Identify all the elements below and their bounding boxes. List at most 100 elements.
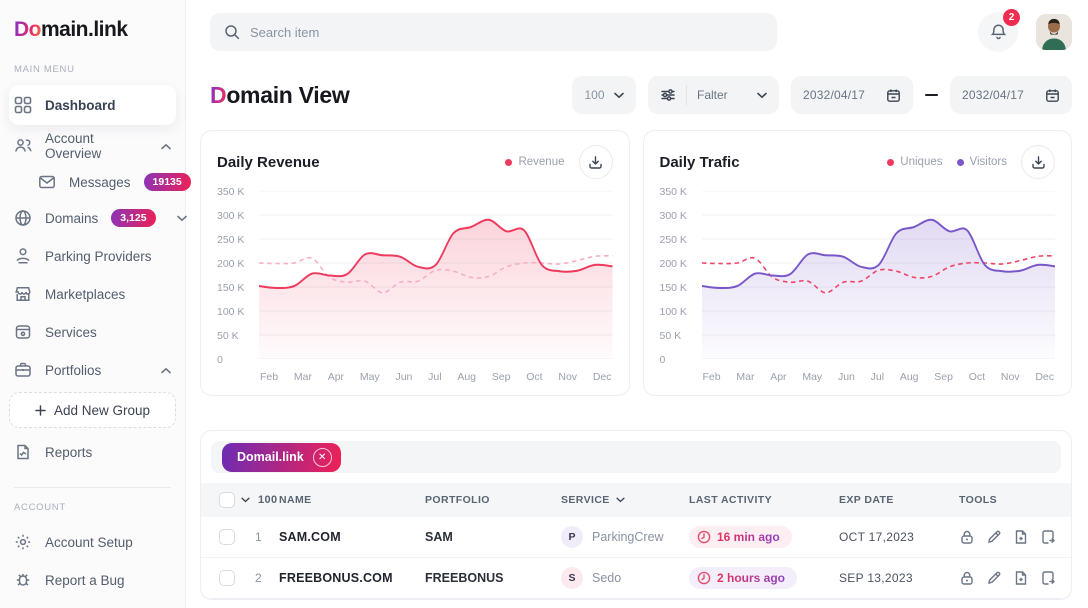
globe-icon [14,209,32,227]
filter-chip[interactable]: Domail.link ✕ [222,443,341,472]
sidebar-item-marketplaces[interactable]: Marketplaces [0,275,185,313]
calendar-icon [886,88,901,103]
file-export-icon[interactable] [1040,529,1056,545]
sidebar-item-reports[interactable]: Reports [0,433,185,471]
legend-item: Revenue [505,156,564,168]
parking-hand-icon [14,247,32,265]
file-add-icon[interactable] [1013,570,1029,586]
sidebar-item-dashboard[interactable]: Dashboard [9,85,176,125]
storefront-icon [14,285,32,303]
daily-revenue-chart-card: Daily Revenue Revenue 350 K300 K250 K200… [200,130,630,396]
service-cell: S Sedo [561,567,689,589]
service-initial-badge: S [561,567,583,589]
select-all-checkbox[interactable] [219,492,235,508]
tools-cell [959,529,1056,545]
column-header-portfolio[interactable]: PORTFOLIO [425,494,561,506]
sidebar-item-label: Account Overview [45,131,148,161]
search-input[interactable] [250,25,763,40]
chevron-down-icon [757,92,767,99]
chart-plot: 350 K300 K250 K200 K150 K100 K50 K0 FebM… [660,191,1056,383]
sidebar-item-account-overview[interactable]: Account Overview [0,127,185,165]
last-activity-pill: 2 hours ago [689,567,797,589]
download-button[interactable] [1021,145,1055,179]
briefcase-icon [14,361,32,379]
lock-icon[interactable] [959,529,975,545]
page-size-value: 100 [584,88,604,102]
user-avatar[interactable] [1036,14,1072,50]
service-cell: P ParkingCrew [561,526,689,548]
table-page-size: 100 [258,494,278,506]
tools-cell [959,570,1056,586]
sidebar-item-label: Marketplaces [45,287,125,302]
filter-dropdown[interactable]: Falter [648,76,779,114]
filter-chip-label: Domail.link [237,450,304,464]
sidebar-item-label: Portfolios [45,363,101,378]
download-button[interactable] [579,145,613,179]
table-row[interactable]: 2 FREEBONUS.COM FREEBONUS S Sedo 2 hours… [201,558,1071,599]
lock-icon[interactable] [959,570,975,586]
page-size-select[interactable]: 100 [572,76,636,114]
chart-title: Daily Revenue [217,154,320,171]
bell-icon [990,23,1007,41]
add-new-group-label: Add New Group [54,403,150,418]
page-header: Domain View 100 Falter 2032/04/17 2032/0… [210,76,1072,114]
row-number: 1 [255,530,262,544]
sidebar-item-label: Dashboard [45,98,116,113]
service-name: ParkingCrew [592,530,664,544]
search-bar[interactable] [210,13,777,51]
sidebar-item-label: Services [45,325,97,340]
chip-close-icon[interactable]: ✕ [313,448,332,467]
service-initial-badge: P [561,526,583,548]
sidebar-item-portfolios[interactable]: Portfolios [0,351,185,389]
clock-icon [697,530,711,544]
column-header-last-activity[interactable]: LAST ACTIVITY [689,494,839,506]
chevron-down-icon [614,92,624,99]
app-logo: Domain.link [0,14,185,62]
notification-count-badge: 2 [1003,9,1020,26]
sidebar-item-account-setup[interactable]: Account Setup [0,523,185,561]
services-box-icon [14,323,32,341]
filter-chip-bar: Domail.link ✕ [211,441,1061,473]
column-header-name[interactable]: NAME [279,494,425,506]
people-icon [14,137,32,155]
bug-icon [14,571,32,589]
column-header-exp-date[interactable]: EXP DATE [839,494,959,506]
edit-pencil-icon[interactable] [986,570,1002,586]
sidebar-item-label: Domains [45,211,98,226]
envelope-icon [38,173,56,191]
messages-count-badge: 19135 [144,173,191,191]
date-from-picker[interactable]: 2032/04/17 [791,76,913,114]
date-to-picker[interactable]: 2032/04/17 [950,76,1072,114]
domain-name: FREEBONUS.COM [279,571,425,585]
sidebar-item-label: Messages [69,175,131,190]
edit-pencil-icon[interactable] [986,529,1002,545]
column-header-service[interactable]: SERVICE [561,494,689,506]
row-checkbox[interactable] [219,570,235,586]
domains-count-badge: 3,125 [111,209,155,227]
chevron-down-icon [177,215,187,222]
service-name: Sedo [592,571,621,585]
date-from-value: 2032/04/17 [803,88,865,102]
sliders-icon [660,87,676,103]
sidebar-item-services[interactable]: Services [0,313,185,351]
row-checkbox[interactable] [219,529,235,545]
chart-legend: UniquesVisitors [887,156,1007,168]
daily-trafic-chart-card: Daily Trafic UniquesVisitors 350 K300 K2… [643,130,1073,396]
exp-date: SEP 13,2023 [839,571,959,585]
sidebar-item-domains[interactable]: Domains 3,125 [0,199,185,237]
sidebar-divider [14,487,171,488]
portfolio-name: SAM [425,530,561,544]
sidebar-item-parking-providers[interactable]: Parking Providers [0,237,185,275]
file-add-icon[interactable] [1013,529,1029,545]
sidebar-item-label: Reports [45,445,92,460]
sidebar-item-messages[interactable]: Messages 19135 [0,165,185,199]
notifications-button[interactable]: 2 [978,12,1018,52]
chevron-down-icon[interactable] [241,497,250,503]
date-range-dash [925,94,938,96]
add-new-group-button[interactable]: Add New Group [9,392,176,428]
file-export-icon[interactable] [1040,570,1056,586]
table-row[interactable]: 1 SAM.COM SAM P ParkingCrew 16 min ago O… [201,517,1071,558]
chart-canvas [702,191,1056,359]
sidebar-item-report-bug[interactable]: Report a Bug [0,561,185,599]
chevron-up-icon [161,367,171,374]
